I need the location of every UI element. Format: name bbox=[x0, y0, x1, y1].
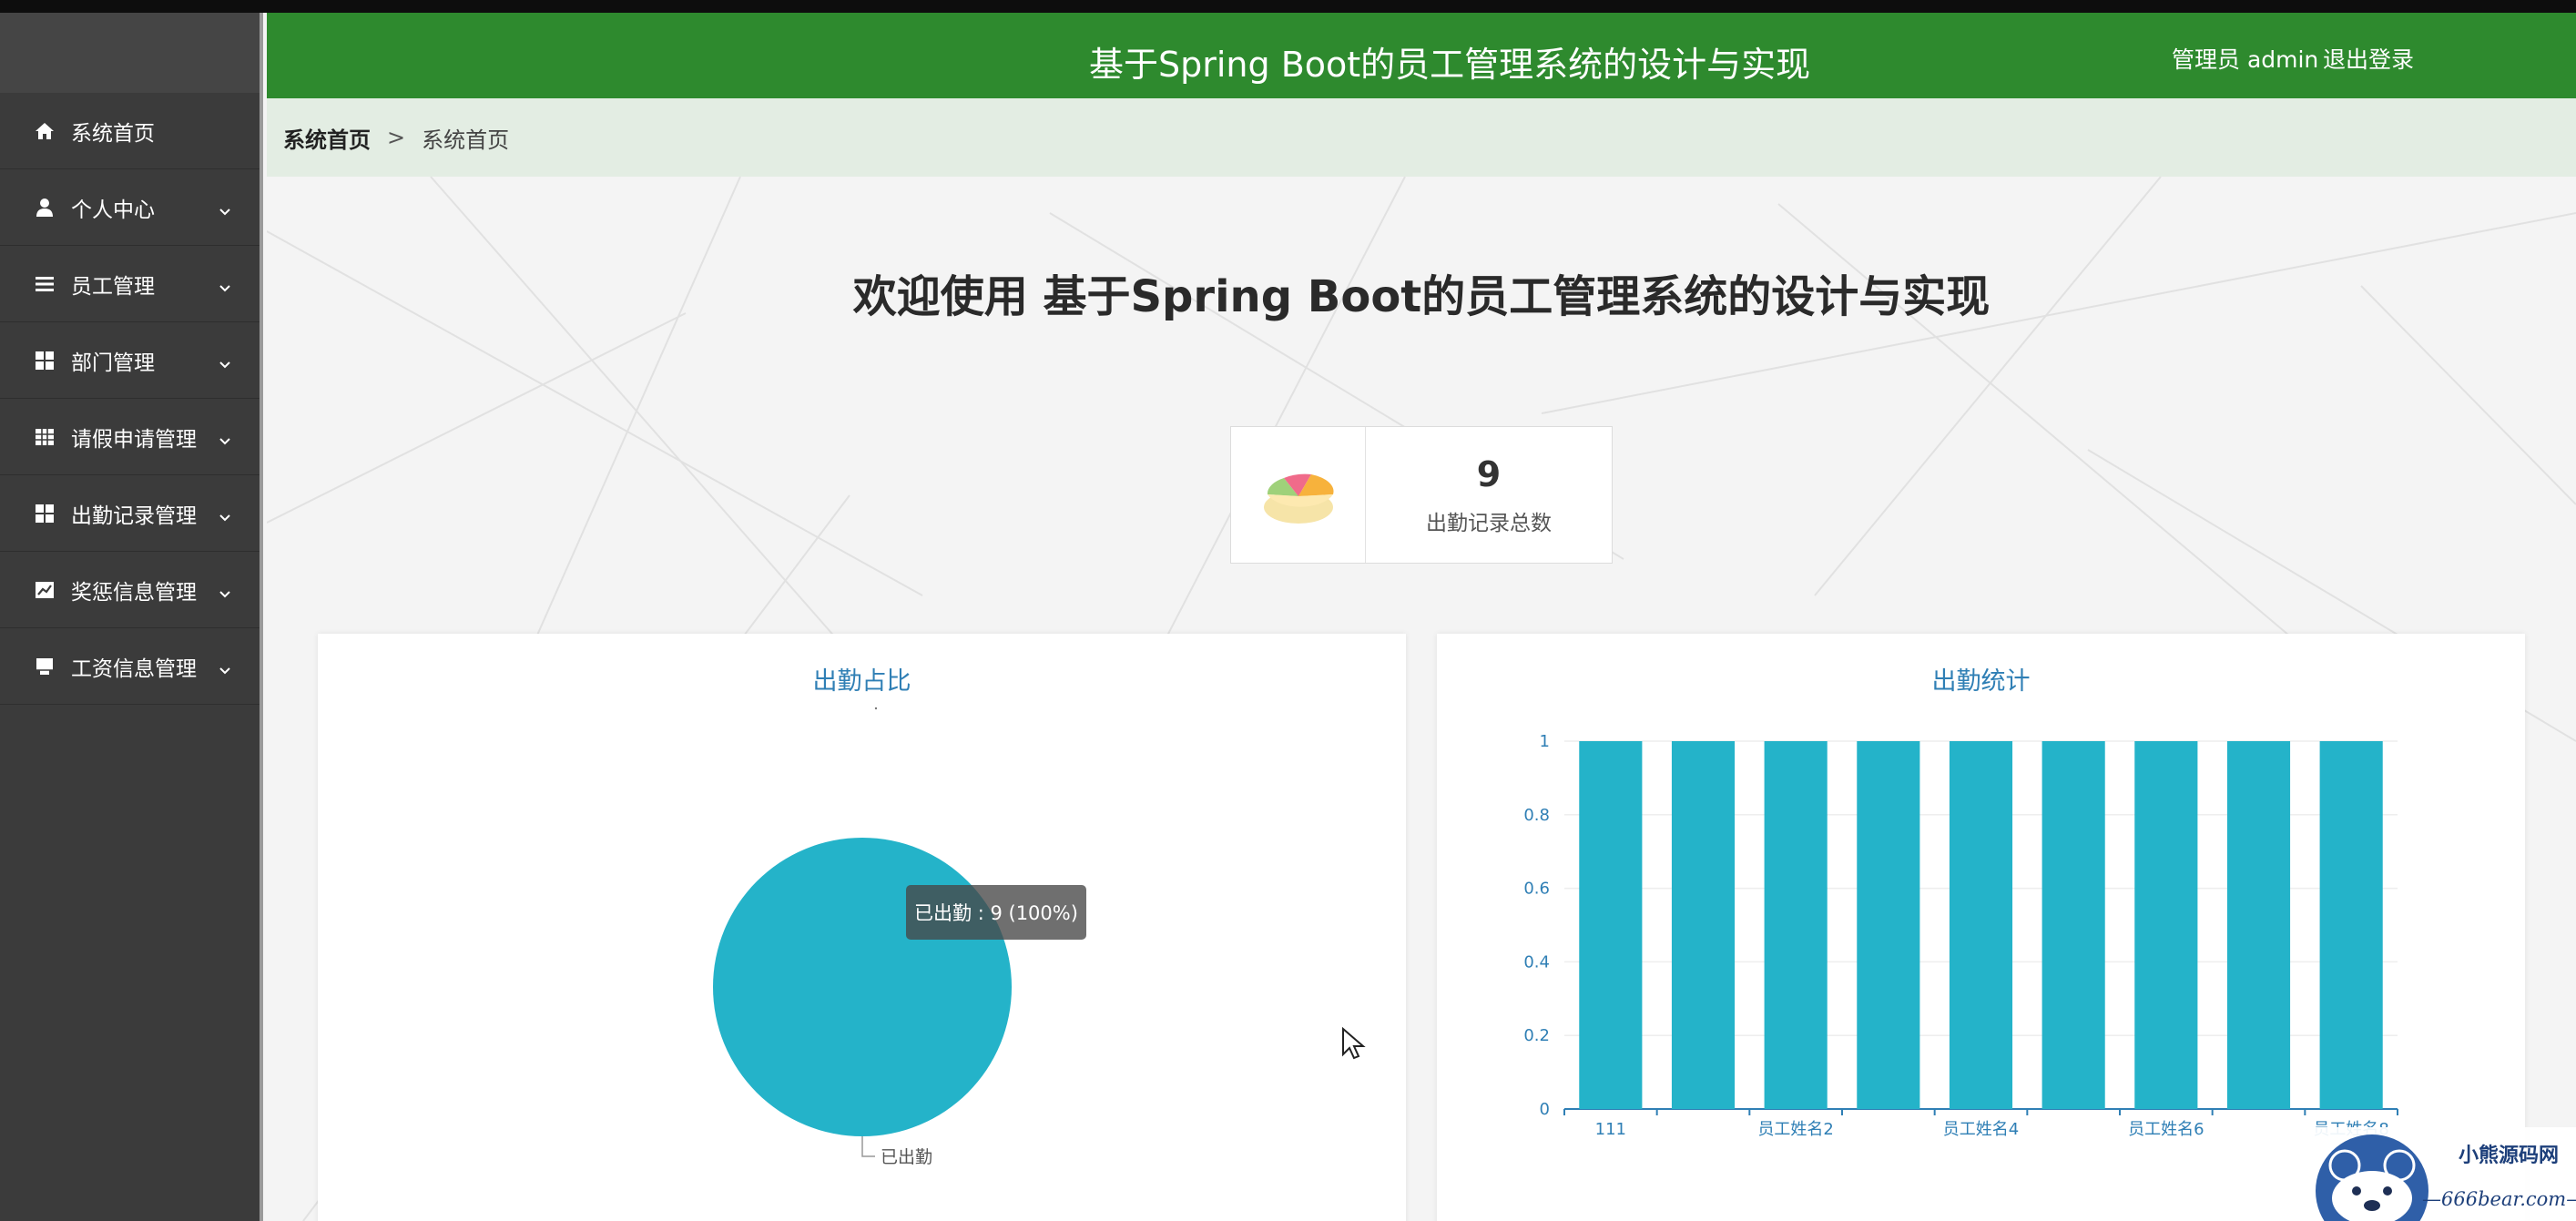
sidebar-item-4[interactable]: 部门管理 bbox=[0, 322, 260, 399]
y-tick-label: 0 bbox=[1540, 1100, 1550, 1119]
breadcrumb: 系统首页 > 系统首页 bbox=[267, 98, 2576, 177]
pie-label-line bbox=[861, 1136, 875, 1157]
sidebar-item-label: 请假申请管理 bbox=[71, 427, 197, 452]
bar bbox=[1764, 741, 1828, 1109]
chart-icon bbox=[35, 580, 55, 600]
bar-chart-title: 出勤统计 bbox=[1931, 667, 2031, 696]
bar bbox=[1671, 741, 1736, 1109]
pie-title-dot bbox=[874, 707, 878, 710]
sidebar-item-label: 部门管理 bbox=[71, 351, 155, 375]
chevron-down-icon bbox=[219, 506, 231, 522]
sidebar-item-7[interactable]: 奖惩信息管理 bbox=[0, 552, 260, 628]
main-content: 欢迎使用 基于Spring Boot的员工管理系统的设计与实现 9 出勤记录总数… bbox=[267, 177, 2576, 1221]
breadcrumb-current: 系统首页 bbox=[422, 127, 510, 153]
bar bbox=[2226, 741, 2291, 1109]
y-tick-label: 0.8 bbox=[1523, 806, 1550, 825]
y-tick-label: 0.4 bbox=[1523, 952, 1550, 972]
app-title: 基于Spring Boot的员工管理系统的设计与实现 bbox=[1089, 45, 1811, 85]
breadcrumb-home[interactable]: 系统首页 bbox=[283, 122, 371, 154]
pie-slice-label: 已出勤 bbox=[881, 1147, 932, 1167]
mouse-cursor-icon bbox=[1342, 1027, 1366, 1060]
pie-tooltip: 已出勤 : 9 (100%) bbox=[906, 885, 1086, 940]
sidebar-item-label: 奖惩信息管理 bbox=[71, 580, 197, 605]
current-user: 管理员 admin bbox=[2172, 46, 2319, 73]
stat-label: 出勤记录总数 bbox=[1426, 511, 1552, 535]
grid-icon bbox=[35, 351, 55, 371]
y-tick-label: 1 bbox=[1540, 732, 1550, 751]
pie-chart-panel: 出勤占比 已出勤 已出勤 : 9 (100%) bbox=[318, 634, 1406, 1221]
chevron-down-icon bbox=[219, 583, 231, 598]
y-tick-label: 0.6 bbox=[1523, 880, 1550, 899]
grid-icon bbox=[35, 504, 55, 524]
bar bbox=[1857, 741, 1920, 1109]
sidebar-item-label: 系统首页 bbox=[71, 121, 155, 146]
sidebar-menu: 系统首页个人中心员工管理部门管理请假申请管理 出勤记录管理 奖惩信息管理 工资信息管理 bbox=[0, 93, 260, 705]
chevron-down-icon bbox=[219, 277, 231, 292]
y-tick-label: 0.2 bbox=[1523, 1026, 1550, 1045]
watermark-logo: 小熊源码网 —666bear.com— bbox=[2249, 1127, 2576, 1221]
sidebar-item-1[interactable]: 系统首页 bbox=[0, 93, 260, 169]
breadcrumb-separator: > bbox=[387, 125, 406, 150]
x-tick-label: 111 bbox=[1595, 1120, 1626, 1139]
window-top-strip bbox=[0, 0, 2576, 13]
user-icon bbox=[35, 198, 55, 218]
watermark-name: 小熊源码网 bbox=[2459, 1144, 2559, 1167]
chevron-down-icon bbox=[219, 200, 231, 216]
sidebar-item-label: 员工管理 bbox=[71, 274, 155, 299]
sidebar-item-2[interactable]: 个人中心 bbox=[0, 169, 260, 246]
pie-slice bbox=[713, 838, 1012, 1136]
bar bbox=[1579, 741, 1643, 1109]
table-icon bbox=[35, 427, 55, 447]
sidebar-item-label: 个人中心 bbox=[71, 198, 155, 222]
sidebar-item-3[interactable]: 员工管理 bbox=[0, 246, 260, 322]
sidebar-item-8[interactable]: 工资信息管理 bbox=[0, 628, 260, 705]
pie-chart[interactable]: 已出勤 已出勤 : 9 (100%) bbox=[318, 634, 1406, 1221]
bar bbox=[2041, 741, 2105, 1109]
bar bbox=[2319, 741, 2383, 1109]
bar bbox=[1949, 741, 2013, 1109]
chevron-down-icon bbox=[219, 430, 231, 445]
home-icon bbox=[35, 121, 55, 141]
bar bbox=[2134, 741, 2198, 1109]
sidebar-logo-area bbox=[0, 13, 260, 93]
chevron-down-icon bbox=[219, 659, 231, 675]
sidebar: 系统首页个人中心员工管理部门管理请假申请管理 出勤记录管理 奖惩信息管理 工资信息管理 bbox=[0, 13, 263, 1221]
watermark-url: —666bear.com— bbox=[2422, 1188, 2576, 1210]
box-icon bbox=[35, 656, 55, 677]
x-tick-label: 员工姓名2 bbox=[1757, 1120, 1833, 1139]
sidebar-item-5[interactable]: 请假申请管理 bbox=[0, 399, 260, 475]
x-tick-label: 员工姓名4 bbox=[1943, 1120, 2019, 1139]
stat-value: 9 bbox=[1476, 453, 1502, 494]
sidebar-item-6[interactable]: 出勤记录管理 bbox=[0, 475, 260, 552]
pie-chart-title: 出勤占比 bbox=[812, 667, 911, 696]
welcome-heading: 欢迎使用 基于Spring Boot的员工管理系统的设计与实现 bbox=[852, 271, 1991, 322]
pie-chart-icon bbox=[1231, 427, 1366, 563]
chevron-down-icon bbox=[219, 353, 231, 369]
list-icon bbox=[35, 274, 55, 294]
sidebar-item-label: 出勤记录管理 bbox=[71, 504, 197, 528]
attendance-stat-card: 9 出勤记录总数 bbox=[1230, 426, 1613, 564]
x-tick-label: 员工姓名6 bbox=[2128, 1120, 2204, 1139]
sidebar-item-label: 工资信息管理 bbox=[71, 656, 197, 681]
logout-link[interactable]: 退出登录 bbox=[2323, 42, 2414, 75]
pie-tooltip-text: 已出勤 : 9 (100%) bbox=[914, 902, 1078, 924]
top-header: 基于Spring Boot的员工管理系统的设计与实现 管理员 admin 退出登… bbox=[267, 13, 2576, 98]
